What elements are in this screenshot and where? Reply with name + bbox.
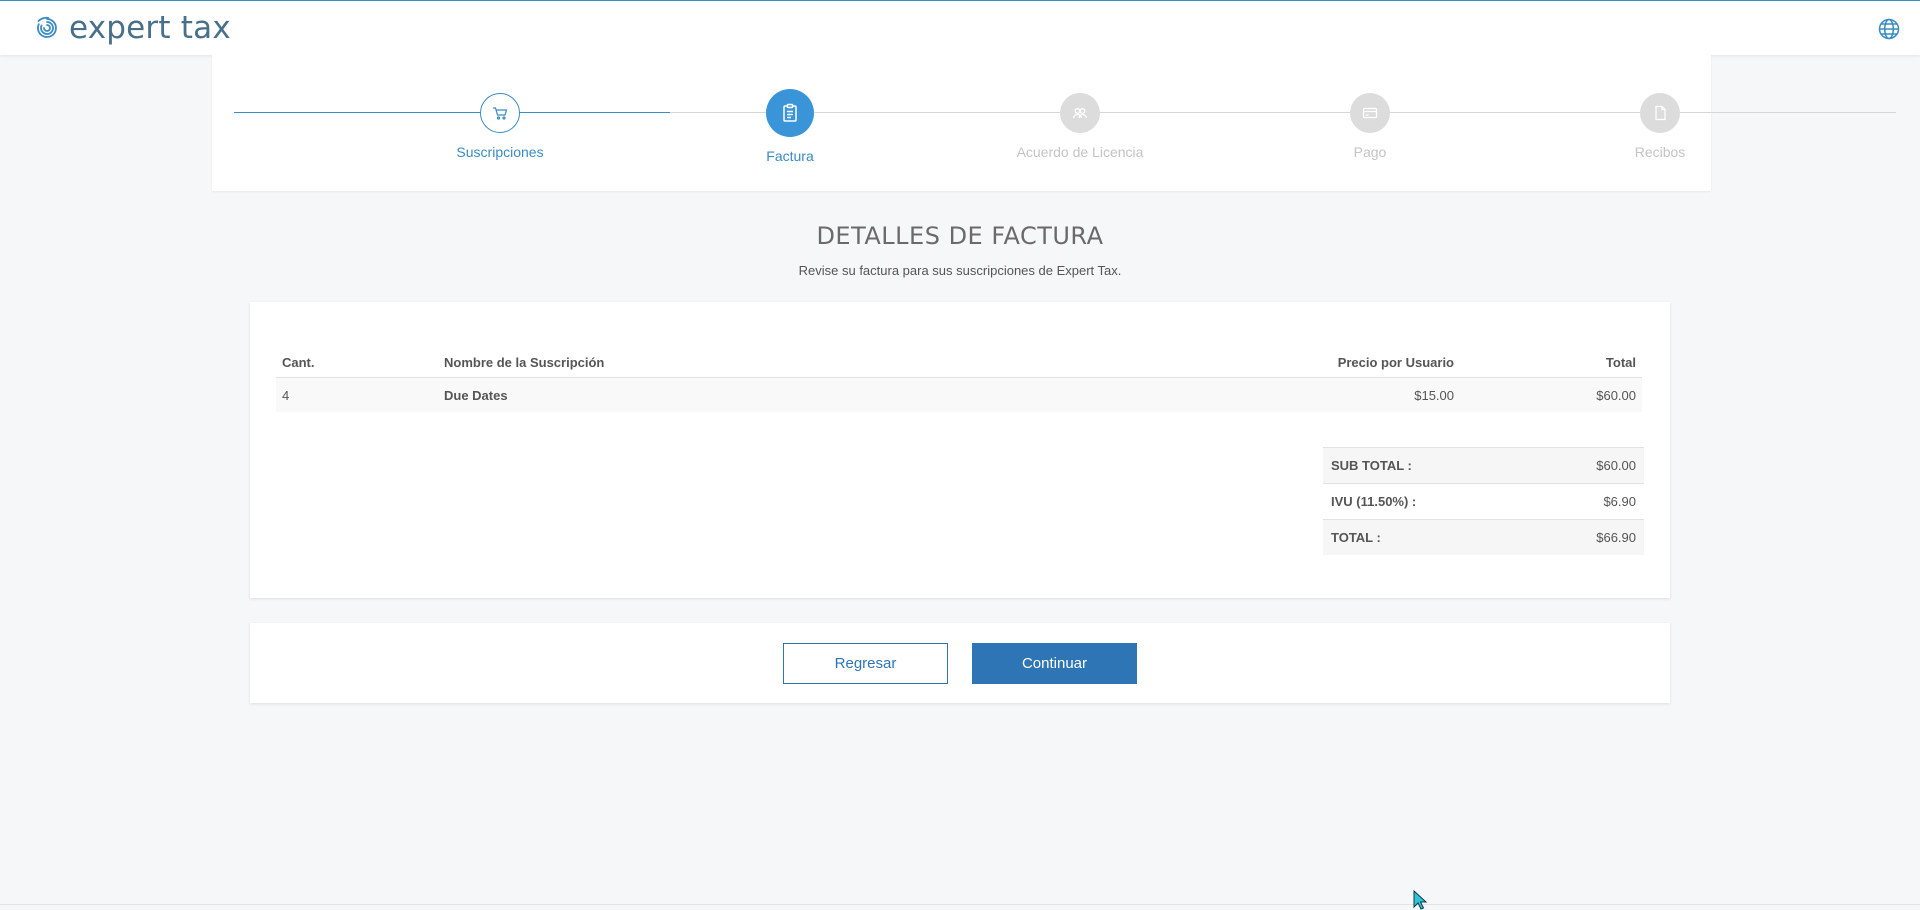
stepper-progress-line [234, 112, 670, 113]
step-label: Acuerdo de Licencia [1016, 144, 1144, 160]
spiral-logo-icon [37, 16, 57, 38]
brand-name: expert tax [69, 10, 231, 46]
step-label: Pago [1353, 144, 1387, 160]
col-header-qty: Cant. [276, 347, 438, 378]
col-header-price: Precio por Usuario [1188, 347, 1460, 378]
mouse-cursor-icon [1413, 890, 1428, 910]
invoice-table: Cant. Nombre de la Suscripción Precio po… [276, 347, 1642, 412]
tax-row: IVU (11.50%) : $6.90 [1323, 483, 1644, 519]
tax-label: IVU (11.50%) : [1331, 494, 1417, 509]
total-value: $66.90 [1596, 530, 1636, 545]
invoice-totals: SUB TOTAL : $60.00 IVU (11.50%) : $6.90 … [1323, 447, 1644, 555]
tax-value: $6.90 [1603, 494, 1636, 509]
cell-price: $15.00 [1188, 377, 1460, 412]
cell-name: Due Dates [438, 377, 1188, 412]
cell-total: $60.00 [1460, 377, 1642, 412]
brand-logo[interactable]: expert tax [34, 10, 231, 46]
table-header-row: Cant. Nombre de la Suscripción Precio po… [276, 347, 1642, 378]
actions-bar: Regresar Continuar [250, 623, 1670, 703]
cart-icon [480, 93, 520, 133]
subtotal-value: $60.00 [1596, 458, 1636, 473]
footer-divider [0, 904, 1920, 905]
page-subtitle: Revise su factura para sus suscripciones… [798, 263, 1122, 278]
page-title: DETALLES DE FACTURA [816, 222, 1104, 250]
col-header-name: Nombre de la Suscripción [438, 347, 1188, 378]
back-button[interactable]: Regresar [783, 643, 948, 684]
clipboard-icon [766, 89, 814, 137]
total-label: TOTAL : [1331, 530, 1381, 545]
col-header-total: Total [1460, 347, 1642, 378]
users-icon [1060, 93, 1100, 133]
subtotal-row: SUB TOTAL : $60.00 [1323, 447, 1644, 483]
cell-qty: 4 [276, 377, 438, 412]
stepper-remaining-line [670, 112, 1896, 113]
continue-button[interactable]: Continuar [972, 643, 1137, 684]
checkout-stepper: Suscripciones Factura Acuerdo de Licenci… [212, 55, 1896, 191]
invoice-card: Cant. Nombre de la Suscripción Precio po… [250, 302, 1670, 598]
total-row: TOTAL : $66.90 [1323, 519, 1644, 555]
document-icon [1640, 93, 1680, 133]
top-navbar: expert tax [0, 0, 1920, 55]
globe-icon[interactable] [1878, 18, 1900, 40]
subtotal-label: SUB TOTAL : [1331, 458, 1412, 473]
step-label: Suscripciones [456, 144, 544, 160]
table-row: 4 Due Dates $15.00 $60.00 [276, 377, 1642, 412]
step-label: Factura [766, 148, 814, 164]
step-label: Recibos [1634, 144, 1686, 160]
credit-card-icon [1350, 93, 1390, 133]
